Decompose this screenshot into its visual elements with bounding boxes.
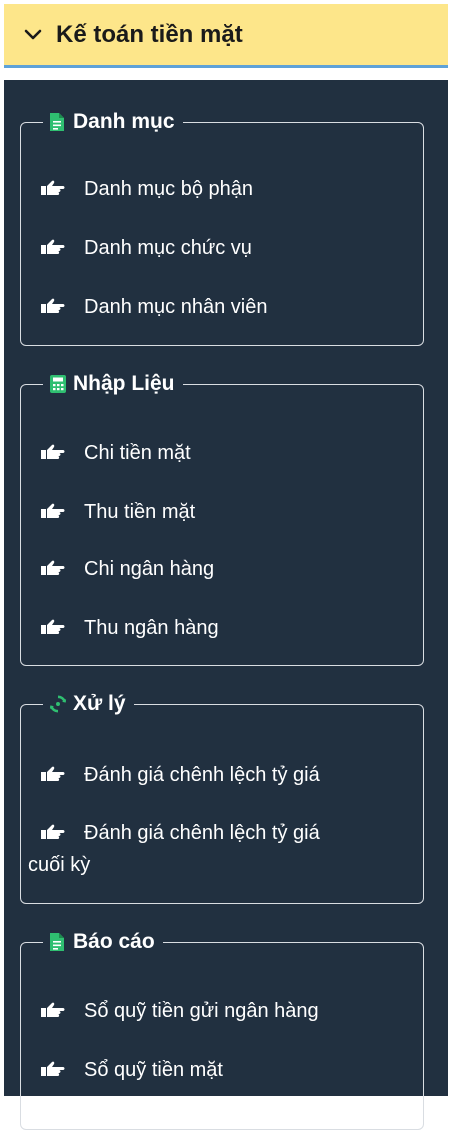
pointing-hand-icon [41,766,65,781]
menu-item-danh-muc-bo-phan[interactable]: Danh mục bộ phận [40,173,438,205]
pointing-hand-icon [41,298,65,313]
section-title: Kế toán tiền mặt [56,20,243,48]
pointing-hand-icon [41,180,65,195]
menu-item-chi-tien-mat[interactable]: Chi tiền mặt [40,437,438,469]
group-title: Xử lý [43,692,134,716]
pointing-hand-icon [41,239,65,254]
menu-item-thu-tien-mat[interactable]: Thu tiền mặt [40,496,438,528]
pointing-hand-icon [41,560,65,575]
group-bao-cao: Báo cáo [20,930,424,1130]
menu-item-chi-ngan-hang[interactable]: Chi ngân hàng [40,553,438,585]
group-title: Danh mục [43,110,183,134]
pointing-hand-icon [41,824,65,839]
menu-item-danh-gia-chenh-lech-ty-gia[interactable]: Đánh giá chênh lệch tỷ giá [40,759,438,791]
menu-item-danh-muc-nhan-vien[interactable]: Danh mục nhân viên [40,291,438,323]
menu-item-danh-muc-chuc-vu[interactable]: Danh mục chức vụ [40,232,438,264]
sync-icon [49,694,67,714]
menu-item-danh-gia-chenh-lech-ty-gia-cuoi-ky[interactable]: Đánh giá chênh lệch tỷ giá cuối kỳ [28,817,358,881]
menu-item-so-quy-tien-gui-ngan-hang[interactable]: Sổ quỹ tiền gửi ngân hàng [40,995,438,1027]
chevron-down-icon[interactable] [20,22,46,48]
document-icon [49,932,67,952]
group-title: Báo cáo [43,930,163,954]
menu-item-so-quy-tien-mat[interactable]: Sổ quỹ tiền mặt [40,1054,438,1086]
pointing-hand-icon [41,1061,65,1076]
pointing-hand-icon [41,619,65,634]
section-header[interactable]: Kế toán tiền mặt [4,4,448,68]
pointing-hand-icon [41,1002,65,1017]
pointing-hand-icon [41,444,65,459]
menu-panel: Danh mục Danh mục bộ phận Danh mục chức … [4,80,448,1130]
menu-item-thu-ngan-hang[interactable]: Thu ngân hàng [40,612,438,644]
group-title: Nhập Liệu [43,372,183,396]
calculator-icon [49,374,67,394]
pointing-hand-icon [41,503,65,518]
document-icon [49,112,67,132]
